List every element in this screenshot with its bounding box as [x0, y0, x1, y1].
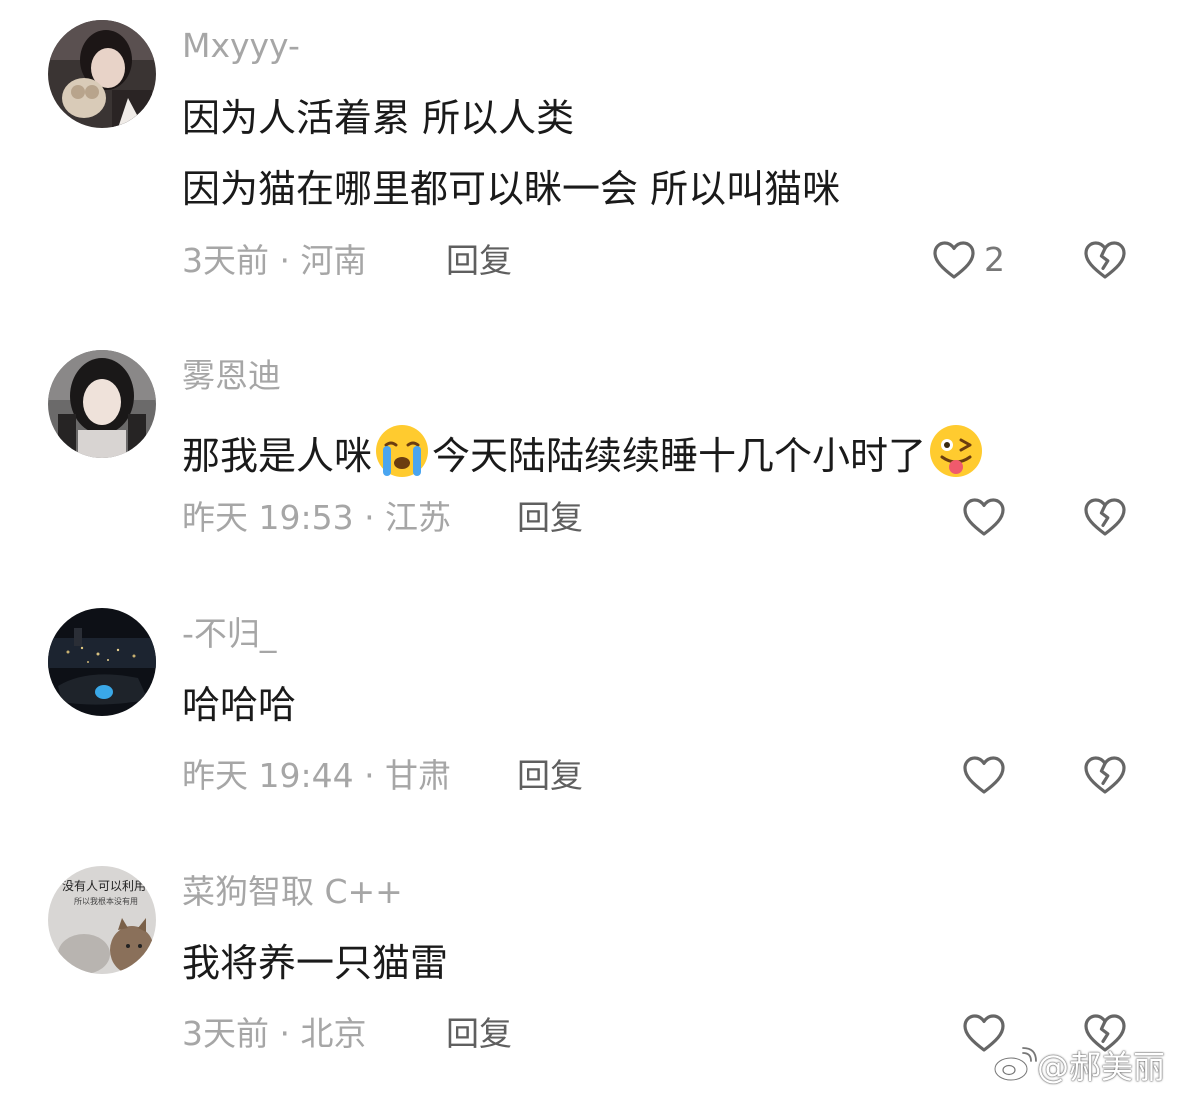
dislike-button[interactable]: [1081, 751, 1129, 803]
heart-outline-icon: [963, 498, 1005, 536]
like-button[interactable]: [960, 751, 1008, 799]
comment-text: 那我是人咪 今天陆陆续续睡十几个小时了: [182, 423, 986, 479]
broken-heart-icon: [1084, 498, 1126, 536]
username[interactable]: 菜狗智取 C++: [182, 872, 403, 912]
watermark: @郝美丽: [993, 1042, 1165, 1088]
like-button[interactable]: 2: [930, 236, 1005, 284]
comment-item: Mxyyy- 因为人活着累 所以人类 因为猫在哪里都可以眯一会 所以叫猫咪 3天…: [0, 0, 1179, 300]
username[interactable]: Mxyyy-: [182, 26, 300, 66]
reply-button[interactable]: 回复: [446, 1014, 512, 1054]
like-button[interactable]: [960, 493, 1008, 541]
broken-heart-icon: [1084, 756, 1126, 794]
reply-button[interactable]: 回复: [517, 498, 583, 538]
avatar[interactable]: [48, 608, 156, 716]
avatar[interactable]: 没有人可以利用 所以我根本没有用: [48, 866, 156, 974]
comment-meta: 3天前 · 北京: [182, 1014, 367, 1053]
comment-text: 我将养一只猫雷: [182, 941, 449, 985]
dislike-button[interactable]: [1081, 236, 1129, 288]
avatar-caption: 没有人可以利用: [62, 878, 146, 893]
avatar-caption: 所以我根本没有用: [74, 896, 138, 906]
comment-text: 哈哈哈: [182, 683, 297, 727]
username[interactable]: -不归_: [182, 614, 276, 654]
comment-meta: 昨天 19:53 · 江苏: [182, 498, 452, 537]
avatar[interactable]: [48, 20, 156, 128]
comment-meta: 3天前 · 河南: [182, 241, 367, 280]
weibo-logo-icon: [993, 1047, 1037, 1082]
comment-text: 因为人活着累 所以人类: [182, 96, 575, 140]
comment-text: 因为猫在哪里都可以眯一会 所以叫猫咪: [182, 167, 841, 211]
crying-face-emoji-icon: [376, 425, 429, 477]
heart-outline-icon: [933, 241, 975, 279]
broken-heart-icon: [1084, 241, 1126, 279]
like-count: 2: [984, 240, 1005, 279]
dislike-button[interactable]: [1081, 493, 1129, 545]
avatar[interactable]: [48, 350, 156, 458]
reply-button[interactable]: 回复: [517, 756, 583, 796]
heart-outline-icon: [963, 756, 1005, 794]
comment-text-part: 那我是人咪: [182, 434, 373, 478]
username[interactable]: 雾恩迪: [182, 356, 281, 396]
watermark-text: @郝美丽: [1036, 1048, 1165, 1086]
reply-button[interactable]: 回复: [446, 241, 512, 281]
comment-meta: 昨天 19:44 · 甘肃: [182, 756, 452, 795]
winking-tongue-face-emoji-icon: [930, 425, 983, 477]
comment-text-part: 今天陆陆续续睡十几个小时了: [432, 434, 927, 478]
